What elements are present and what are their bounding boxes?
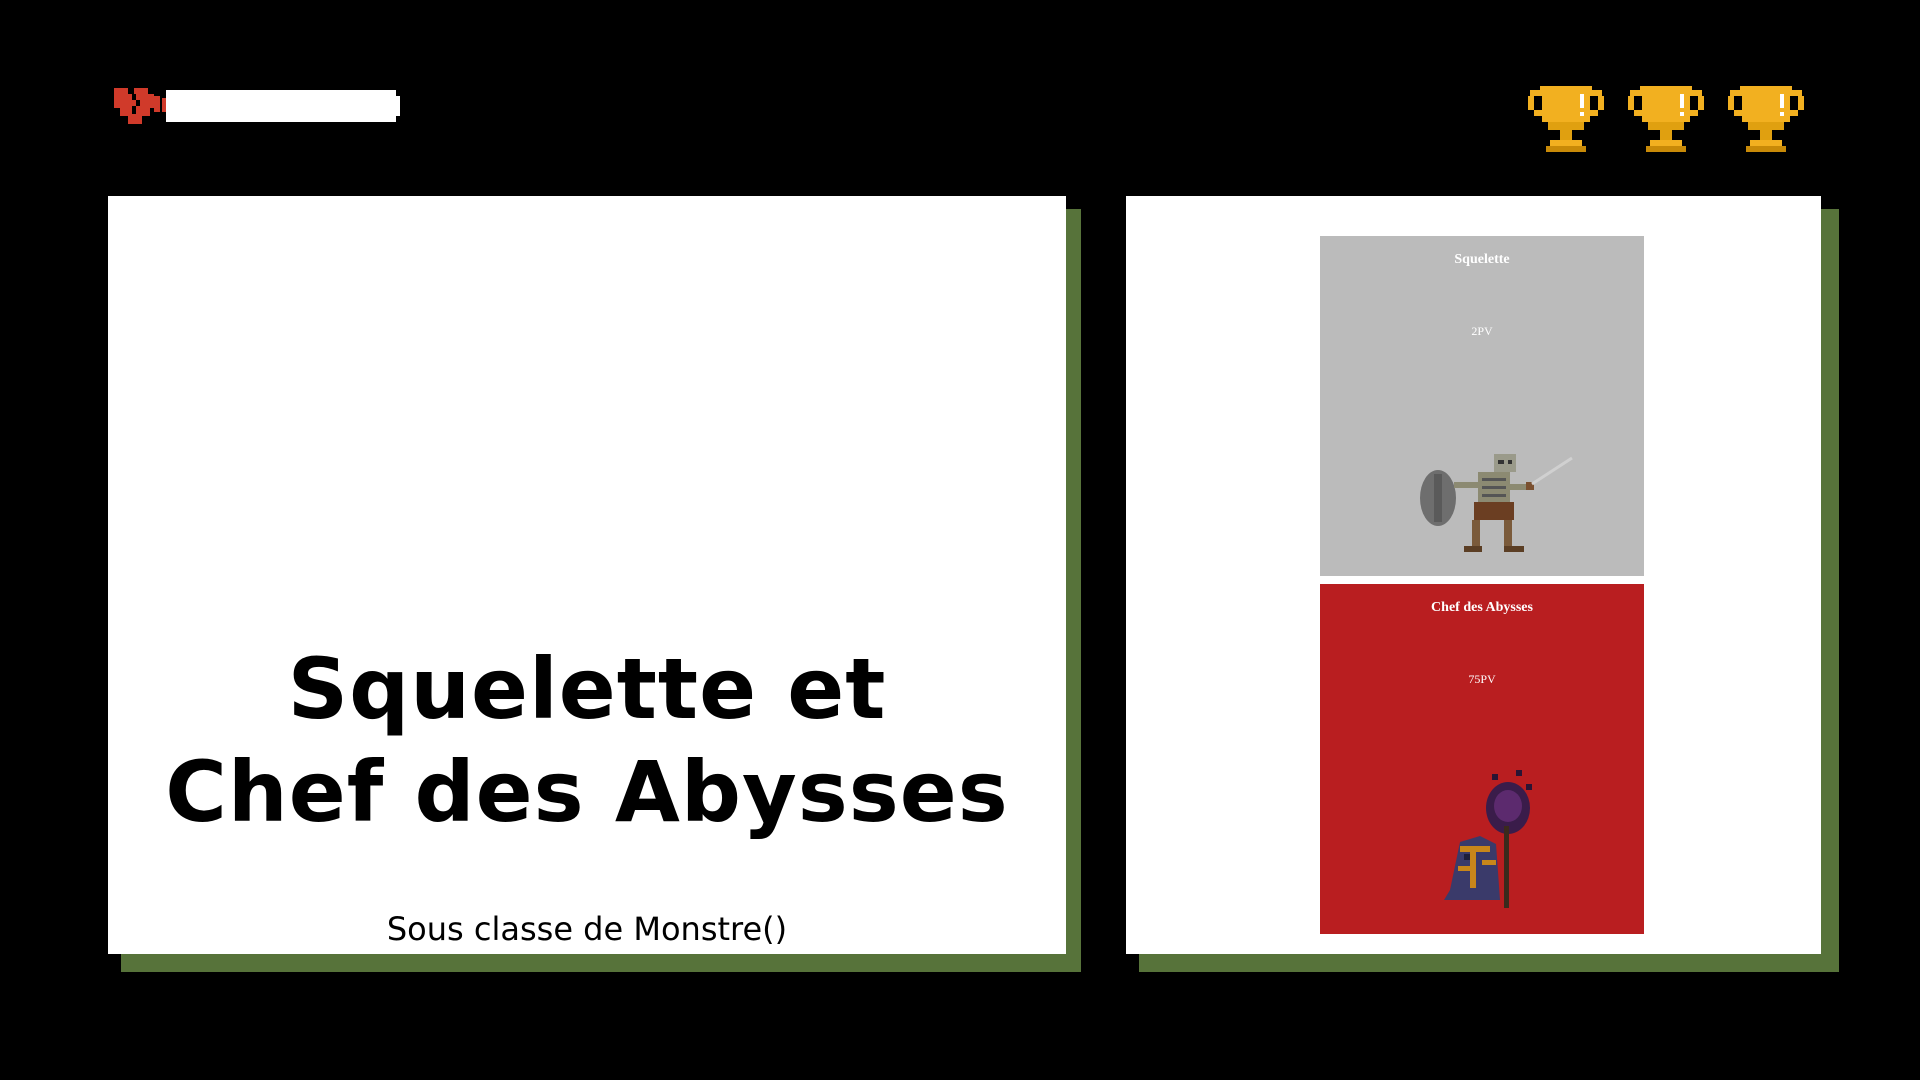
slide-subtitle: Sous classe de Monstre() <box>386 910 788 948</box>
broken-heart-icon <box>114 88 400 124</box>
monster-panel-abyss-chief: Chef des Abysses 75PV <box>1320 584 1644 934</box>
title-card: Squelette et Chef des Abysses Sous class… <box>108 196 1066 954</box>
abyss-chief-sprite <box>1444 770 1532 908</box>
monster-hp: 2PV <box>1471 324 1493 338</box>
monster-card: Squelette 2PV Chef des Abysses 75PV <box>1126 196 1821 954</box>
trophy-icon <box>1528 86 1604 152</box>
monster-name: Chef des Abysses <box>1431 600 1533 615</box>
slide-title-line-2: Chef des Abysses <box>165 743 1009 841</box>
trophy-icon <box>1628 86 1704 152</box>
monster-panel-skeleton: Squelette 2PV <box>1320 236 1644 576</box>
monster-hp: 75PV <box>1468 672 1496 686</box>
trophy-icon <box>1728 86 1804 152</box>
monster-name: Squelette <box>1454 252 1510 267</box>
skeleton-warrior-sprite <box>1420 454 1573 552</box>
slide-title: Squelette et Chef des Abysses <box>108 638 1066 844</box>
health-bar <box>114 86 400 130</box>
trophy-row <box>1516 80 1816 160</box>
slide-title-line-1: Squelette et <box>287 640 887 738</box>
